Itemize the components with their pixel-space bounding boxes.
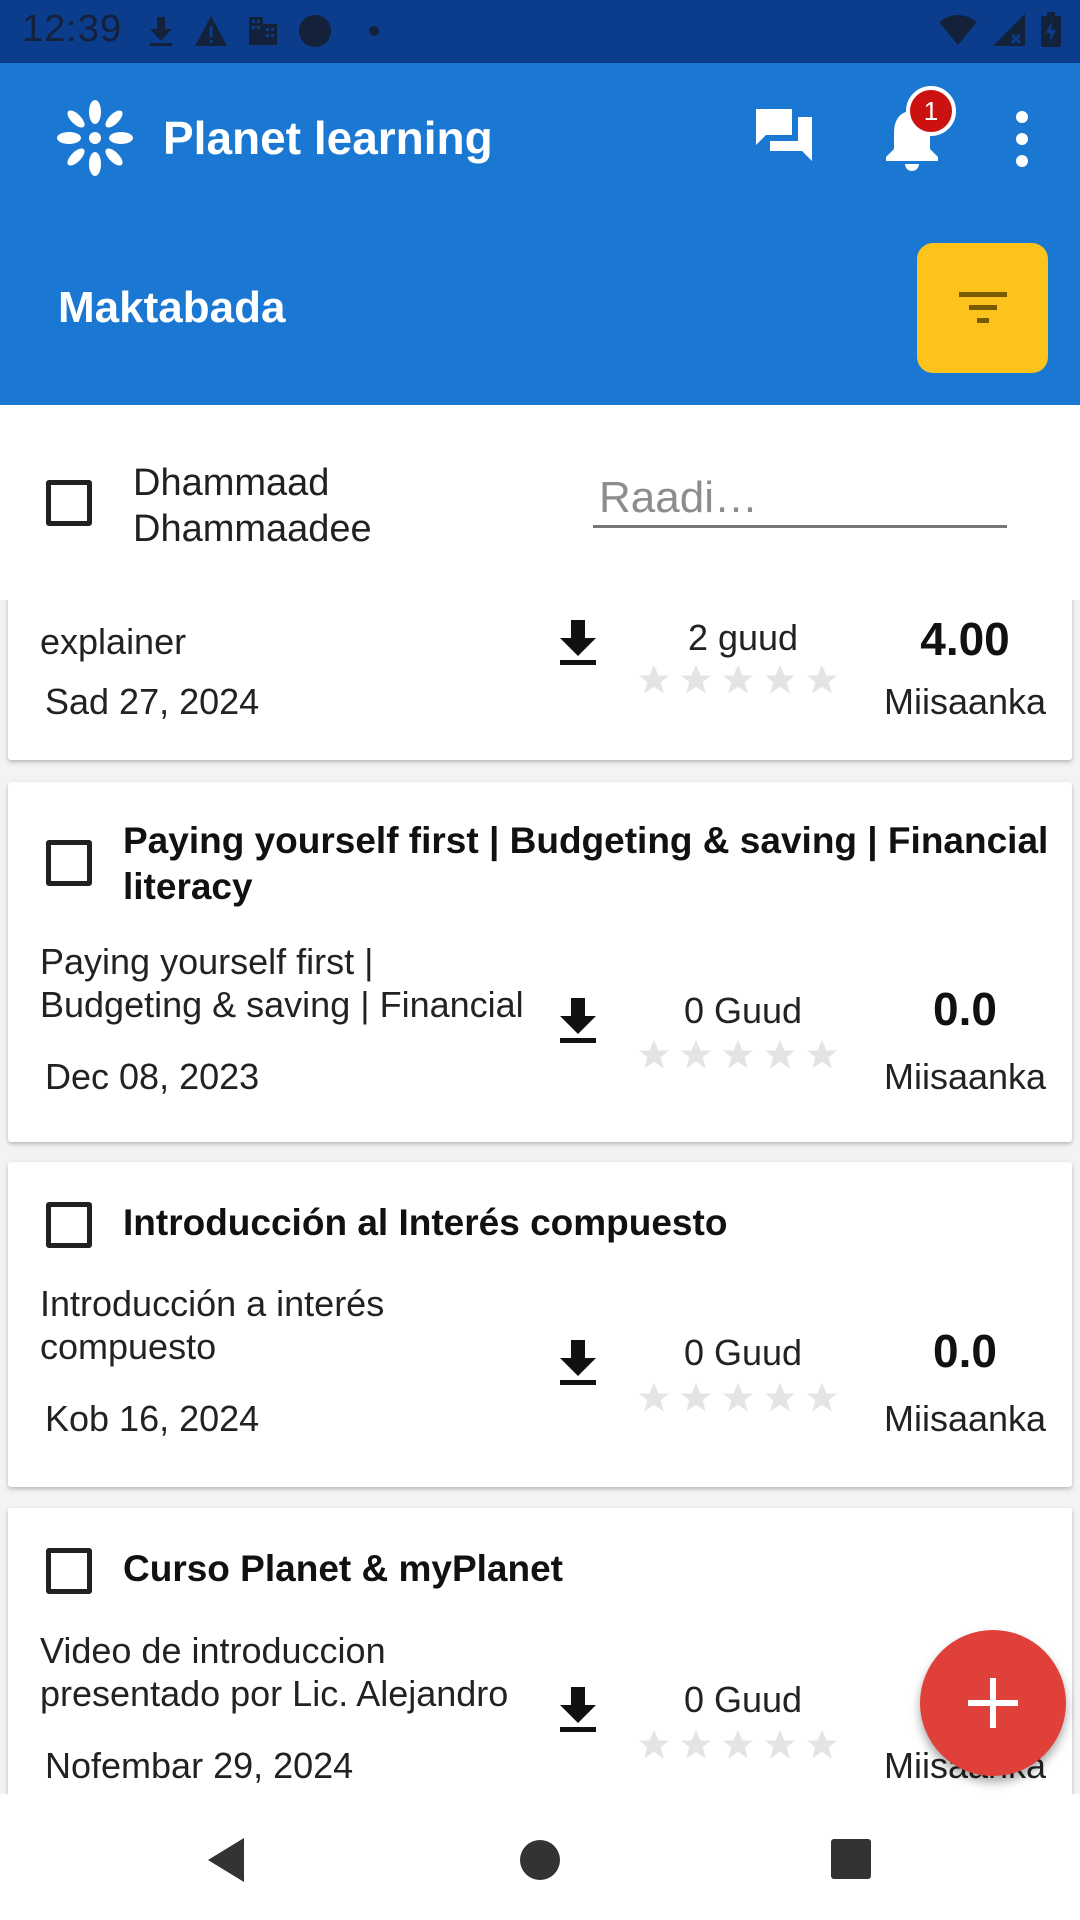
- item-checkbox[interactable]: [46, 1202, 92, 1248]
- star-icon[interactable]: [720, 1380, 756, 1416]
- warning-icon: [195, 16, 227, 46]
- select-all-row: Dhammaad Dhammaadee: [0, 405, 1080, 600]
- back-icon[interactable]: [204, 1836, 248, 1884]
- search-input[interactable]: [593, 470, 1007, 528]
- card-date: Nofembar 29, 2024: [45, 1745, 354, 1786]
- chat-icon[interactable]: [752, 105, 816, 169]
- star-icon[interactable]: [762, 662, 798, 698]
- rating-label: Miisaanka: [883, 1398, 1047, 1439]
- download-icon: [150, 17, 172, 46]
- star-icon[interactable]: [678, 662, 714, 698]
- building-icon: [249, 17, 277, 45]
- star-rating[interactable]: [636, 1037, 840, 1073]
- star-icon[interactable]: [762, 1380, 798, 1416]
- rating-value: 4.00: [920, 613, 1010, 665]
- star-icon[interactable]: [636, 1380, 672, 1416]
- star-icon[interactable]: [636, 662, 672, 698]
- star-icon[interactable]: [678, 1727, 714, 1763]
- star-icon[interactable]: [762, 1727, 798, 1763]
- select-all-label: Dhammaad Dhammaadee: [133, 462, 372, 550]
- star-icon[interactable]: [636, 1037, 672, 1073]
- list-item[interactable]: Introducción al Interés compuesto Introd…: [8, 1162, 1072, 1487]
- card-title[interactable]: Introducción al Interés compuesto: [123, 1200, 1053, 1246]
- star-icon[interactable]: [762, 1037, 798, 1073]
- rating-count: 2 guud: [687, 617, 799, 658]
- card-description: Paying yourself first | Budgeting & savi…: [40, 941, 524, 1025]
- star-icon[interactable]: [804, 1727, 840, 1763]
- star-icon[interactable]: [678, 1037, 714, 1073]
- star-rating[interactable]: [636, 1727, 840, 1763]
- status-bar: 12:39: [0, 0, 1080, 63]
- card-description: Video de introduccion presentado por Lic…: [40, 1630, 509, 1714]
- rating-count: 0 Guud: [683, 1332, 803, 1373]
- download-icon[interactable]: [556, 1338, 600, 1386]
- library-list: explainer Sad 27, 2024 2 guud 4.00 Miisa…: [0, 600, 1080, 1794]
- home-icon[interactable]: [518, 1838, 562, 1882]
- more-options-icon[interactable]: [1012, 109, 1032, 169]
- status-time: 12:39: [22, 8, 123, 50]
- card-date: Dec 08, 2023: [45, 1056, 260, 1097]
- star-icon[interactable]: [804, 1037, 840, 1073]
- plus-icon: [968, 1678, 1018, 1728]
- rating-count: 0 Guud: [683, 1679, 803, 1720]
- filter-icon: [958, 292, 1007, 323]
- planet-logo-icon: [57, 100, 133, 176]
- download-icon[interactable]: [556, 618, 600, 666]
- card-title[interactable]: Curso Planet & myPlanet: [123, 1546, 1053, 1592]
- rating-value: 0.0: [933, 983, 997, 1035]
- status-icons-left: [148, 14, 386, 48]
- card-title[interactable]: Paying yourself first | Budgeting & savi…: [123, 818, 1053, 910]
- wifi-icon: [939, 15, 977, 45]
- page-heading: Maktabada: [58, 283, 286, 332]
- star-icon[interactable]: [678, 1380, 714, 1416]
- small-dot-icon: [369, 26, 379, 36]
- star-icon[interactable]: [636, 1727, 672, 1763]
- rating-label: Miisaanka: [883, 681, 1047, 722]
- battery-icon: [1041, 12, 1061, 47]
- app-title: Planet learning: [163, 112, 493, 164]
- recents-icon[interactable]: [830, 1838, 872, 1880]
- app-bar: Planet learning 1 Maktabada: [0, 63, 1080, 405]
- select-all-checkbox[interactable]: [46, 480, 92, 526]
- download-icon[interactable]: [556, 996, 600, 1044]
- rating-label: Miisaanka: [883, 1056, 1047, 1097]
- system-nav-bar: [0, 1794, 1080, 1920]
- card-description: Introducción a interés compuesto: [40, 1283, 385, 1367]
- rating-count: 0 Guud: [683, 990, 803, 1031]
- item-checkbox[interactable]: [46, 1548, 92, 1594]
- list-item[interactable]: Paying yourself first | Budgeting & savi…: [8, 782, 1072, 1142]
- signal-icon: [993, 14, 1025, 46]
- star-icon[interactable]: [720, 662, 756, 698]
- star-rating[interactable]: [636, 662, 840, 698]
- star-icon[interactable]: [804, 662, 840, 698]
- star-icon[interactable]: [804, 1380, 840, 1416]
- card-date: Kob 16, 2024: [45, 1398, 260, 1439]
- list-item[interactable]: explainer Sad 27, 2024 2 guud 4.00 Miisa…: [8, 600, 1072, 760]
- dot-icon: [299, 15, 331, 47]
- card-date: Sad 27, 2024: [45, 681, 260, 722]
- star-rating[interactable]: [636, 1380, 840, 1416]
- notification-badge: 1: [906, 86, 956, 136]
- filter-button[interactable]: [917, 243, 1048, 373]
- item-checkbox[interactable]: [46, 840, 92, 886]
- status-icons-right: [938, 12, 1062, 48]
- download-icon[interactable]: [556, 1685, 600, 1733]
- card-description: explainer: [40, 621, 187, 662]
- rating-value: 0.0: [933, 1325, 997, 1377]
- list-item[interactable]: Curso Planet & myPlanet Video de introdu…: [8, 1508, 1072, 1794]
- star-icon[interactable]: [720, 1037, 756, 1073]
- star-icon[interactable]: [720, 1727, 756, 1763]
- add-button[interactable]: [920, 1630, 1066, 1776]
